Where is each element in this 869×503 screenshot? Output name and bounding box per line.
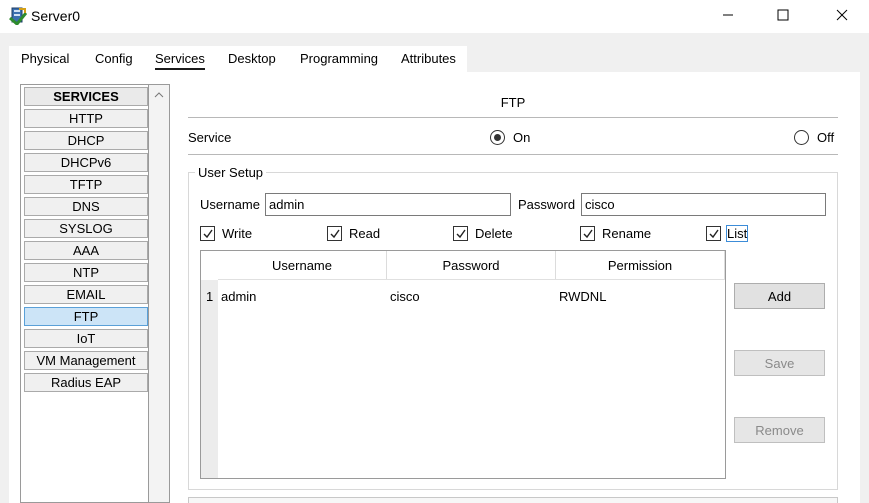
service-item-iot[interactable]: IoT	[24, 329, 148, 348]
minimize-button[interactable]	[705, 0, 751, 33]
checkmark-icon	[203, 229, 213, 238]
service-label: Service	[188, 130, 232, 145]
service-item-http[interactable]: HTTP	[24, 109, 148, 128]
service-item-radius-eap[interactable]: Radius EAP	[24, 373, 148, 392]
service-item-dhcpv6[interactable]: DHCPv6	[24, 153, 148, 172]
delete-label[interactable]: Delete	[475, 226, 513, 241]
close-button[interactable]	[819, 0, 865, 33]
write-checkbox[interactable]	[200, 226, 215, 241]
cell-permission[interactable]: RWDNL	[559, 289, 606, 304]
tab-physical[interactable]: Physical	[21, 51, 69, 66]
checkmark-icon	[709, 229, 719, 238]
services-list: SERVICES HTTP DHCP DHCPv6 TFTP DNS SYSLO…	[21, 85, 149, 502]
file-list-panel	[188, 497, 838, 503]
divider	[188, 117, 838, 118]
user-table[interactable]: Username Password Permission 1 admin cis…	[200, 250, 726, 479]
divider	[188, 154, 838, 155]
service-item-ntp[interactable]: NTP	[24, 263, 148, 282]
checkmark-icon	[456, 229, 466, 238]
read-checkbox[interactable]	[327, 226, 342, 241]
rename-checkbox[interactable]	[580, 226, 595, 241]
window-title: Server0	[31, 8, 81, 24]
delete-checkbox[interactable]	[453, 226, 468, 241]
password-label: Password	[518, 197, 576, 212]
read-label[interactable]: Read	[349, 226, 380, 241]
tab-services[interactable]: Services	[155, 51, 205, 70]
tab-config[interactable]: Config	[95, 51, 133, 66]
list-checkbox[interactable]	[706, 226, 721, 241]
cell-password[interactable]: cisco	[390, 289, 420, 304]
row-number: 1	[206, 289, 214, 304]
rename-label[interactable]: Rename	[602, 226, 651, 241]
services-header: SERVICES	[24, 87, 148, 106]
username-input[interactable]	[265, 193, 511, 216]
app-icon	[9, 7, 28, 27]
column-header-password[interactable]: Password	[387, 251, 556, 280]
chevron-up-icon[interactable]	[151, 87, 167, 103]
checkmark-icon	[583, 229, 593, 238]
services-sidebar: SERVICES HTTP DHCP DHCPv6 TFTP DNS SYSLO…	[20, 84, 170, 503]
ftp-title: FTP	[500, 95, 526, 110]
close-icon	[836, 9, 848, 24]
tab-attributes[interactable]: Attributes	[401, 51, 456, 66]
list-label[interactable]: List	[725, 225, 749, 242]
service-item-ftp[interactable]: FTP	[24, 307, 148, 326]
checkmark-icon	[330, 229, 340, 238]
service-item-dns[interactable]: DNS	[24, 197, 148, 216]
tab-desktop[interactable]: Desktop	[228, 51, 276, 66]
service-off-label[interactable]: Off	[817, 130, 834, 145]
username-label: Username	[200, 197, 260, 212]
service-item-aaa[interactable]: AAA	[24, 241, 148, 260]
service-on-radio[interactable]	[490, 130, 505, 145]
remove-button[interactable]: Remove	[734, 417, 825, 443]
add-button[interactable]: Add	[734, 283, 825, 309]
service-on-label[interactable]: On	[513, 130, 530, 145]
sidebar-scrollbar[interactable]	[149, 85, 169, 502]
minimize-icon	[722, 9, 734, 24]
write-label[interactable]: Write	[222, 226, 252, 241]
service-off-radio[interactable]	[794, 130, 809, 145]
tab-programming[interactable]: Programming	[300, 51, 378, 66]
service-item-vm-management[interactable]: VM Management	[24, 351, 148, 370]
maximize-icon	[777, 9, 789, 24]
cell-username[interactable]: admin	[221, 289, 256, 304]
title-bar: Server0	[0, 0, 869, 33]
service-item-tftp[interactable]: TFTP	[24, 175, 148, 194]
column-header-permission[interactable]: Permission	[556, 251, 725, 280]
maximize-button[interactable]	[760, 0, 806, 33]
user-setup-label: User Setup	[195, 165, 267, 180]
row-header-gutter	[201, 280, 218, 478]
header-divider	[218, 279, 725, 280]
tab-strip: Physical Config Services Desktop Program…	[0, 34, 869, 72]
password-input[interactable]	[581, 193, 826, 216]
save-button[interactable]: Save	[734, 350, 825, 376]
service-item-email[interactable]: EMAIL	[24, 285, 148, 304]
column-header-username[interactable]: Username	[218, 251, 387, 280]
service-item-dhcp[interactable]: DHCP	[24, 131, 148, 150]
service-item-syslog[interactable]: SYSLOG	[24, 219, 148, 238]
